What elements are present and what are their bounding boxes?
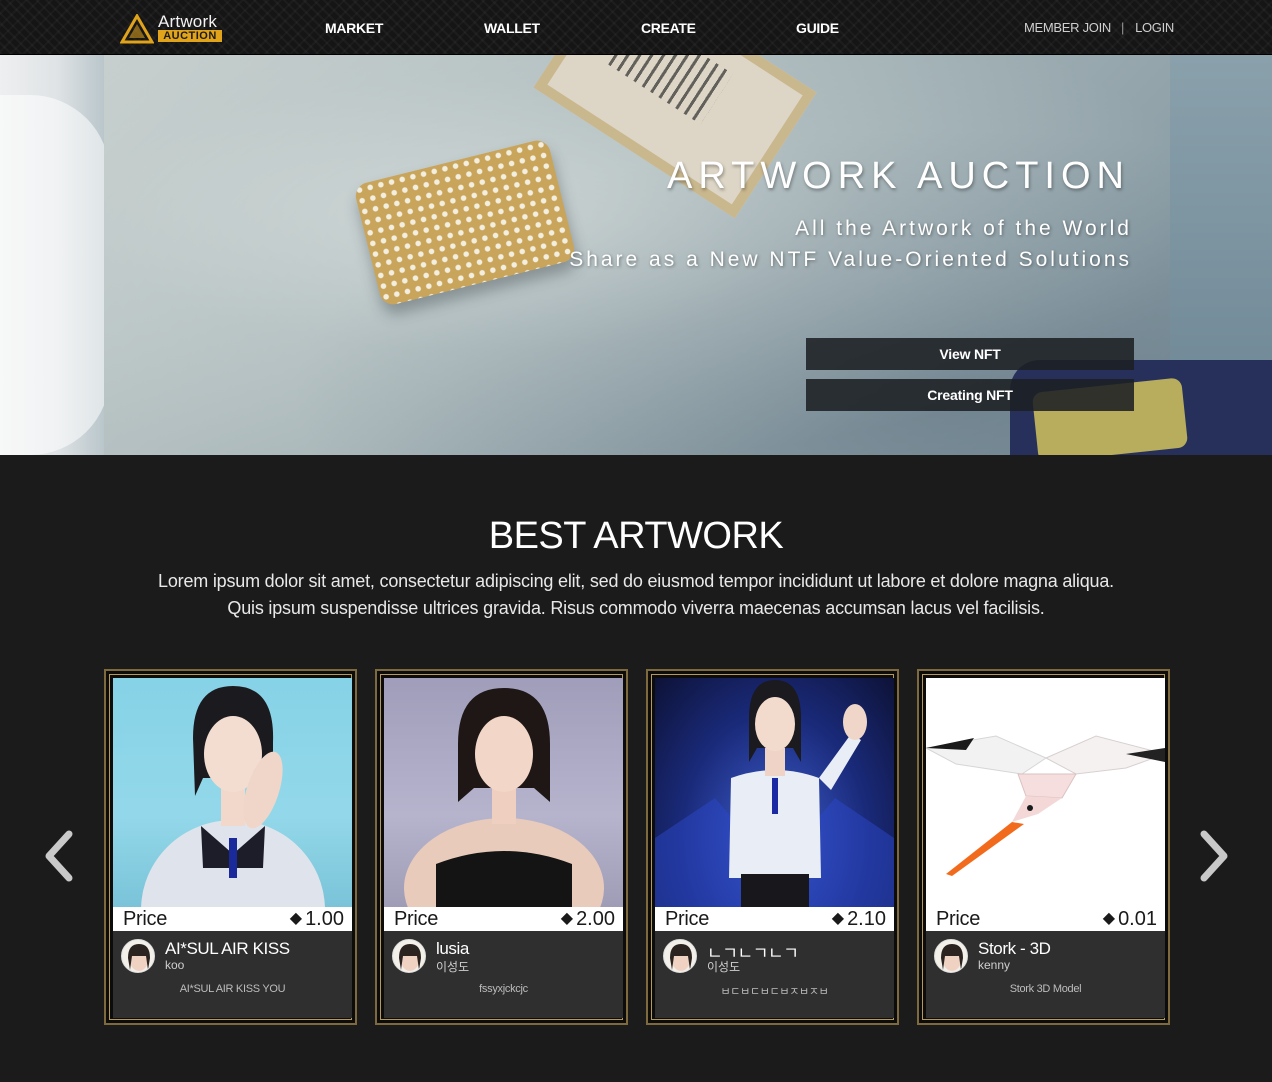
price-label: Price <box>665 907 710 930</box>
logo-sub: AUCTION <box>158 30 222 42</box>
artwork-creator[interactable]: kenny <box>978 958 1010 972</box>
artwork-image[interactable] <box>384 678 623 907</box>
artwork-card[interactable]: Price ◆ 0.01 Stork - 3D kenny Stork 3D Mo… <box>917 669 1170 1025</box>
price-row: Price ◆ 0.01 <box>926 907 1165 931</box>
artwork-description: ㅂㄷㅂㄷㅂㄷㅂㅈㅂㅈㅂ <box>720 986 829 998</box>
price-label: Price <box>394 907 439 930</box>
site-logo[interactable]: Artwork AUCTION <box>120 12 224 44</box>
avatar[interactable] <box>121 939 155 973</box>
ethereum-icon: ◆ <box>1102 910 1116 927</box>
nav-market[interactable]: MARKET <box>325 20 383 36</box>
price-value: ◆ 2.10 <box>831 907 886 930</box>
hero-subtitle-line2: Share as a New NTF Value-Oriented Soluti… <box>569 248 1132 271</box>
artwork-image[interactable] <box>655 678 894 907</box>
price-label: Price <box>936 907 981 930</box>
stork-art <box>926 735 1165 876</box>
creating-nft-button[interactable]: Creating NFT <box>806 379 1134 411</box>
best-artwork-title: BEST ARTWORK <box>488 515 784 557</box>
artwork-card[interactable]: Price ◆ 1.00 AI*SUL AIR KISS koo AI*SUL A… <box>104 669 357 1025</box>
ethereum-icon: ◆ <box>289 910 303 927</box>
nav-guide[interactable]: GUIDE <box>796 20 839 36</box>
price-value: ◆ 1.00 <box>289 907 344 930</box>
artwork-image[interactable] <box>113 678 352 907</box>
artwork-info: ㄴㄱㄴㄱㄴㄱ 이성도 ㅂㄷㅂㄷㅂㄷㅂㅈㅂㅈㅂ <box>655 931 894 1018</box>
avatar[interactable] <box>392 939 426 973</box>
artwork-description: Stork 3D Model <box>1009 983 1082 995</box>
auth-separator: | <box>1120 20 1125 35</box>
nav-create[interactable]: CREATE <box>641 20 696 36</box>
hero-curtain-decor <box>0 95 110 455</box>
artwork-name[interactable]: Stork - 3D <box>978 939 1051 959</box>
artwork-creator[interactable]: 이성도 <box>707 958 740 975</box>
artwork-figure-art <box>655 680 894 907</box>
nav-wallet[interactable]: WALLET <box>484 20 540 36</box>
login-link[interactable]: LOGIN <box>1135 20 1174 35</box>
price-label: Price <box>123 907 168 930</box>
artwork-info: Stork - 3D kenny Stork 3D Model <box>926 931 1165 1018</box>
chevron-right-icon <box>1200 830 1228 882</box>
price-row: Price ◆ 2.00 <box>384 907 623 931</box>
artwork-creator[interactable]: koo <box>165 958 184 972</box>
logo-triangle-icon <box>120 14 154 44</box>
auth-links: MEMBER JOIN | LOGIN <box>1024 20 1174 35</box>
artwork-description: AI*SUL AIR KISS YOU <box>179 983 286 995</box>
member-join-link[interactable]: MEMBER JOIN <box>1024 20 1111 35</box>
ethereum-icon: ◆ <box>560 910 574 927</box>
artwork-figure-art <box>404 688 604 907</box>
artwork-description: fssyxjckcjc <box>479 983 528 995</box>
best-artwork-desc-line1: Lorem ipsum dolor sit amet, consectetur … <box>158 571 1114 591</box>
view-nft-button[interactable]: View NFT <box>806 338 1134 370</box>
best-artwork-desc-line2: Quis ipsum suspendisse ultrices gravida.… <box>227 598 1045 618</box>
logo-word: Artwork <box>158 12 218 31</box>
carousel-prev-button[interactable] <box>38 826 78 886</box>
artwork-figure-art <box>141 686 325 907</box>
carousel-next-button[interactable] <box>1195 826 1235 886</box>
price-value: ◆ 2.00 <box>560 907 615 930</box>
hero-subtitle-line1: All the Artwork of the World <box>795 217 1132 240</box>
avatar[interactable] <box>663 939 697 973</box>
artwork-creator[interactable]: 이성도 <box>436 958 469 975</box>
price-row: Price ◆ 2.10 <box>655 907 894 931</box>
price-value: ◆ 0.01 <box>1102 907 1157 930</box>
artwork-image[interactable] <box>926 678 1165 907</box>
chevron-left-icon <box>45 830 73 882</box>
hero-title: ARTWORK AUCTION <box>667 155 1130 197</box>
top-navbar: Artwork AUCTION MARKET WALLET CREATE GUI… <box>0 0 1272 55</box>
ethereum-icon: ◆ <box>831 910 845 927</box>
price-row: Price ◆ 1.00 <box>113 907 352 931</box>
artwork-info: AI*SUL AIR KISS koo AI*SUL AIR KISS YOU <box>113 931 352 1018</box>
artwork-card[interactable]: Price ◆ 2.00 lusia 이성도 fssyxjckcjc <box>375 669 628 1025</box>
artwork-info: lusia 이성도 fssyxjckcjc <box>384 931 623 1018</box>
hero-banner: ARTWORK AUCTION All the Artwork of the W… <box>0 55 1272 455</box>
artwork-card[interactable]: Price ◆ 2.10 ㄴㄱㄴㄱㄴㄱ 이성도 ㅂㄷㅂㄷㅂㄷㅂㅈㅂㅈㅂ <box>646 669 899 1025</box>
artwork-name[interactable]: lusia <box>436 939 469 959</box>
artwork-name[interactable]: AI*SUL AIR KISS <box>165 939 290 959</box>
avatar[interactable] <box>934 939 968 973</box>
